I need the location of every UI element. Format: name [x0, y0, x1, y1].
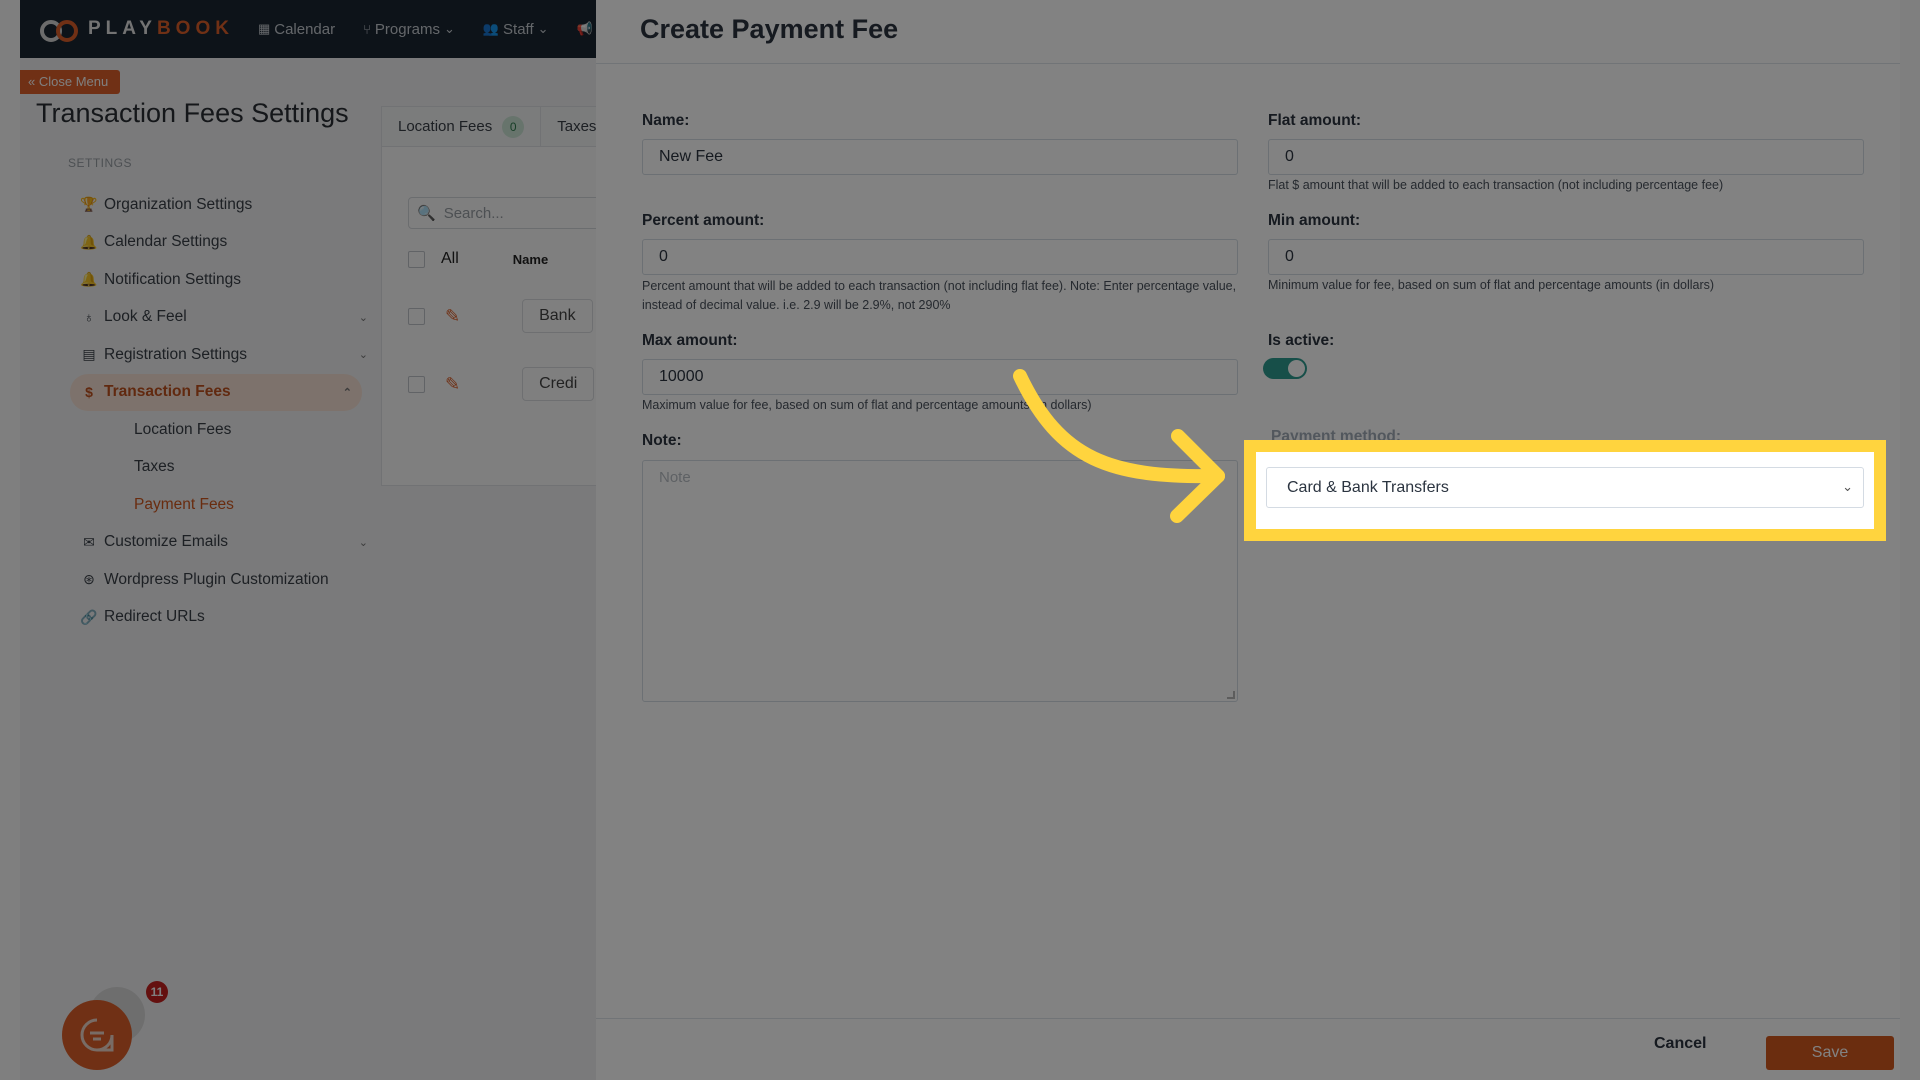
flat-amount-help: Flat $ amount that will be added to each…	[1268, 178, 1724, 192]
max-amount-label: Max amount:	[642, 332, 738, 349]
flat-amount-label: Flat amount:	[1268, 112, 1361, 129]
max-amount-input[interactable]: 10000	[642, 359, 1238, 395]
highlight-box: Card & Bank Transfers ⌄	[1244, 440, 1886, 541]
name-input[interactable]: New Fee	[642, 139, 1238, 175]
min-amount-input[interactable]: 0	[1268, 239, 1864, 275]
toggle-knob	[1288, 360, 1305, 377]
panel-footer: Cancel Save	[596, 1018, 1900, 1080]
flat-amount-input[interactable]: 0	[1268, 139, 1864, 175]
cancel-button[interactable]: Cancel	[1654, 1035, 1706, 1053]
min-amount-label: Min amount:	[1268, 212, 1361, 229]
min-amount-help: Minimum value for fee, based on sum of f…	[1268, 278, 1715, 292]
is-active-label: Is active:	[1268, 332, 1335, 349]
resize-handle-icon[interactable]	[1227, 691, 1235, 699]
note-textarea[interactable]: Note	[642, 460, 1238, 702]
percent-amount-help: Percent amount that will be added to eac…	[642, 279, 1237, 312]
percent-amount-input[interactable]: 0	[642, 239, 1238, 275]
chevron-down-icon: ⌄	[1842, 479, 1853, 494]
panel-title: Create Payment Fee	[640, 14, 899, 44]
panel-header: Create Payment Fee	[596, 0, 1900, 64]
name-label: Name:	[642, 112, 690, 129]
max-amount-help: Maximum value for fee, based on sum of f…	[642, 398, 1092, 412]
percent-amount-label: Percent amount:	[642, 212, 765, 229]
is-active-toggle[interactable]	[1263, 358, 1307, 379]
note-label: Note:	[642, 432, 682, 449]
note-placeholder: Note	[659, 469, 691, 486]
save-button[interactable]: Save	[1766, 1036, 1894, 1070]
payment-method-value: Card & Bank Transfers	[1287, 478, 1449, 496]
payment-method-select[interactable]: Card & Bank Transfers ⌄	[1266, 467, 1864, 508]
highlight-inner: Card & Bank Transfers ⌄	[1256, 452, 1874, 529]
